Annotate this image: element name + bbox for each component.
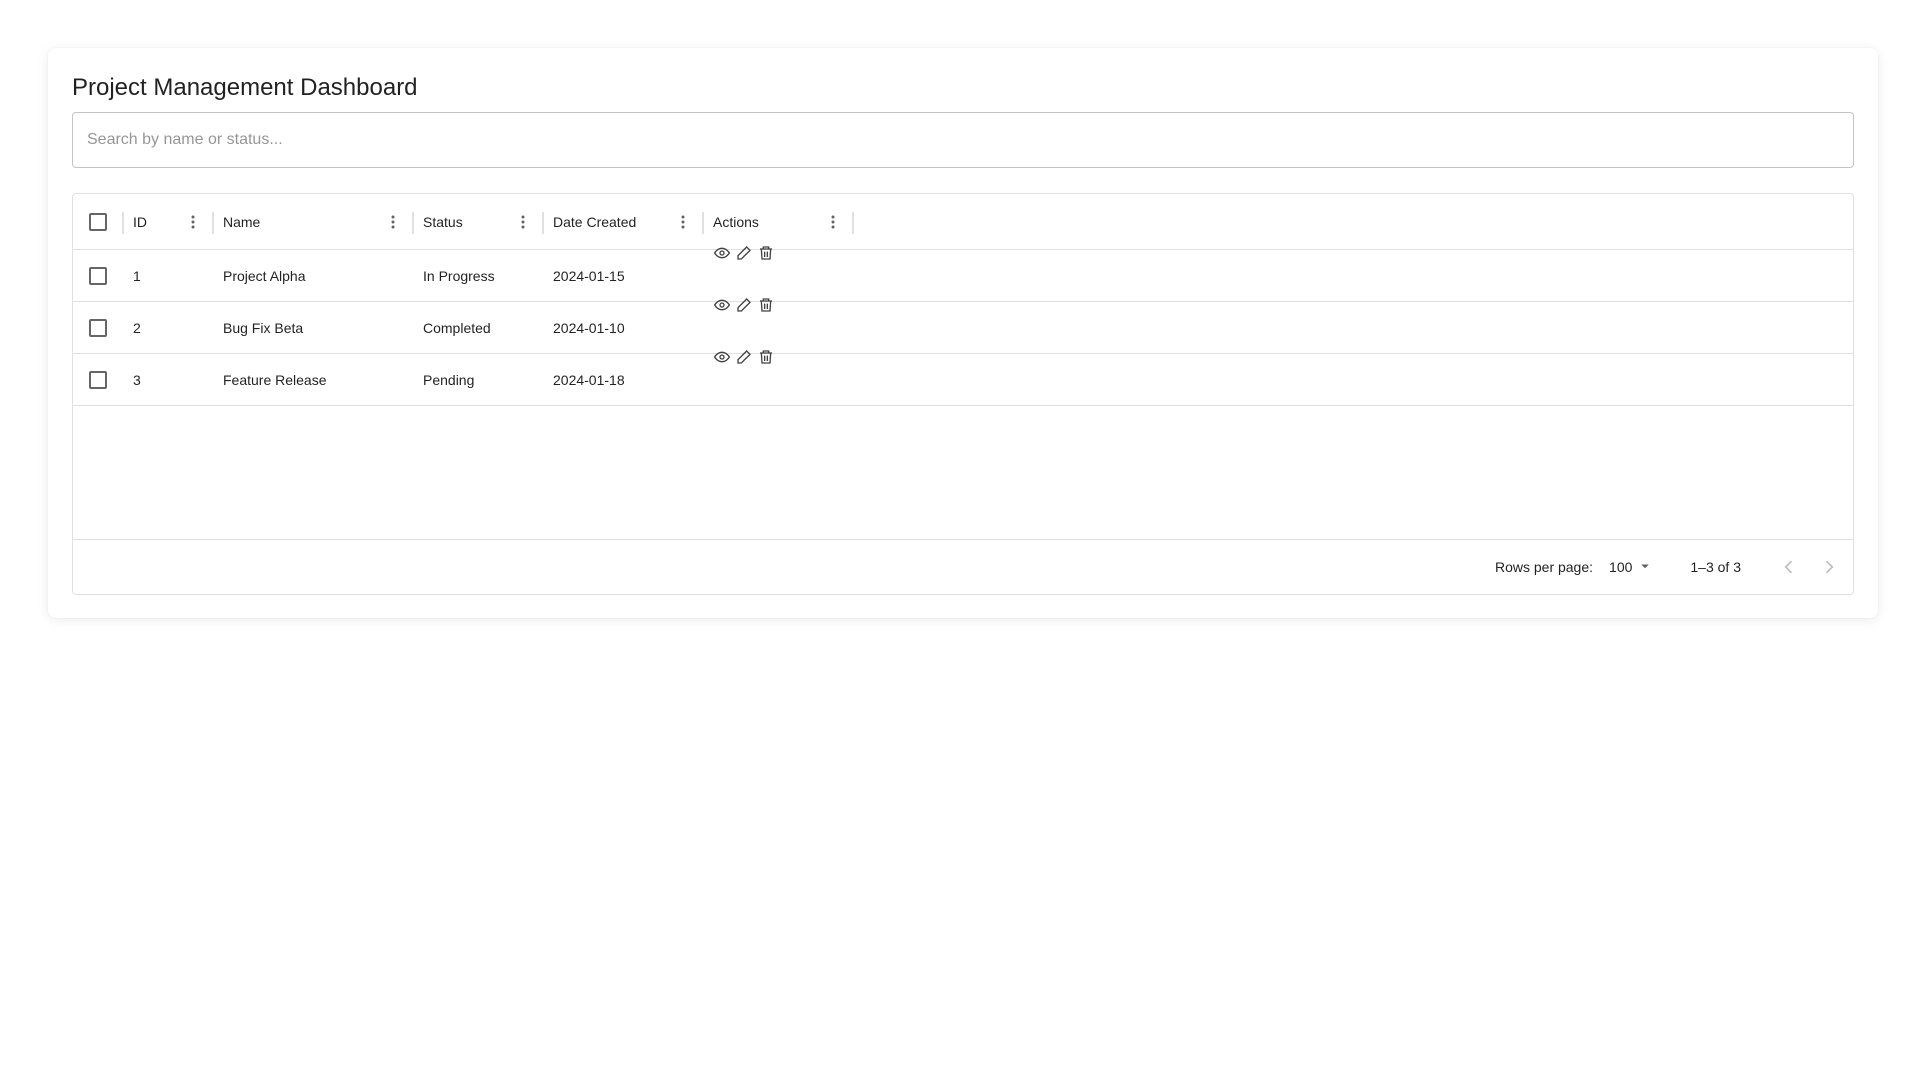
column-header-label: Name [223, 213, 261, 230]
cell-status: Completed [423, 319, 491, 336]
eye-icon[interactable] [713, 296, 731, 314]
trash-icon[interactable] [757, 244, 775, 262]
rows-per-page-value: 100 [1609, 559, 1633, 575]
grid-body: 1 Project Alpha In Progress 2024-01-15 2… [73, 246, 1853, 406]
row-select-cell [73, 250, 123, 301]
row-actions [713, 296, 775, 314]
grid-header: ID Name Status Date Created Actions [73, 194, 1853, 250]
cell-id: 2 [133, 319, 141, 336]
column-menu-icon[interactable] [671, 210, 695, 234]
column-header-label: ID [133, 213, 147, 230]
eye-icon[interactable] [713, 244, 731, 262]
column-menu-icon[interactable] [181, 210, 205, 234]
cell-status: Pending [423, 371, 475, 388]
cell-name: Bug Fix Beta [223, 319, 304, 336]
cell-date: 2024-01-10 [553, 319, 625, 336]
column-header-name[interactable]: Name [213, 194, 413, 249]
column-header-id[interactable]: ID [123, 194, 213, 249]
cell-name: Project Alpha [223, 267, 306, 284]
column-header-status[interactable]: Status [413, 194, 543, 249]
rows-per-page-label: Rows per page: [1494, 559, 1594, 575]
column-menu-icon[interactable] [381, 210, 405, 234]
eye-icon[interactable] [713, 348, 731, 366]
row-actions [713, 348, 775, 366]
cell-date: 2024-01-18 [553, 371, 625, 388]
table-row[interactable]: 3 Feature Release Pending 2024-01-18 [73, 350, 1853, 406]
cell-status: In Progress [423, 267, 495, 284]
trash-icon[interactable] [757, 348, 775, 366]
row-checkbox[interactable] [89, 318, 107, 337]
cell-date: 2024-01-15 [553, 267, 625, 284]
cell-actions [703, 246, 853, 301]
page-title: Project Management Dashboard [72, 74, 418, 101]
select-all-checkbox[interactable] [89, 212, 107, 231]
row-select-cell [73, 302, 123, 353]
table-row[interactable]: 1 Project Alpha In Progress 2024-01-15 [73, 246, 1853, 302]
row-checkbox[interactable] [89, 266, 107, 285]
cell-actions [703, 350, 853, 405]
search-input[interactable] [72, 112, 1854, 168]
column-header-actions[interactable]: Actions [703, 194, 853, 249]
pencil-icon[interactable] [735, 244, 753, 262]
cell-name: Feature Release [223, 371, 327, 388]
previous-page-button[interactable] [1769, 547, 1809, 587]
next-page-button[interactable] [1809, 547, 1849, 587]
dashboard-card: Project Management Dashboard ID Name [48, 48, 1878, 618]
select-all-cell [73, 194, 123, 249]
cell-id: 3 [133, 371, 141, 388]
column-menu-icon[interactable] [511, 210, 535, 234]
cell-id: 1 [133, 267, 141, 284]
row-select-cell [73, 354, 123, 405]
column-header-label: Actions [713, 213, 759, 230]
chevron-right-icon [1825, 560, 1834, 574]
column-header-label: Status [423, 213, 463, 230]
pencil-icon[interactable] [735, 348, 753, 366]
row-checkbox[interactable] [89, 370, 107, 389]
grid-footer: Rows per page: 100 1–3 of 3 [73, 539, 1853, 594]
table-row[interactable]: 2 Bug Fix Beta Completed 2024-01-10 [73, 298, 1853, 354]
cell-actions [703, 298, 853, 353]
caret-down-icon [1636, 557, 1654, 578]
chevron-left-icon [1784, 560, 1793, 574]
pencil-icon[interactable] [735, 296, 753, 314]
row-actions [713, 244, 775, 262]
pagination-range: 1–3 of 3 [1690, 559, 1741, 575]
data-grid: ID Name Status Date Created Actions 1 Pr… [72, 193, 1854, 595]
rows-per-page-select[interactable]: 100 [1609, 557, 1654, 578]
column-header-label: Date Created [553, 213, 637, 230]
column-header-date[interactable]: Date Created [543, 194, 703, 249]
trash-icon[interactable] [757, 296, 775, 314]
column-separator[interactable] [852, 212, 854, 234]
column-menu-icon[interactable] [821, 210, 845, 234]
